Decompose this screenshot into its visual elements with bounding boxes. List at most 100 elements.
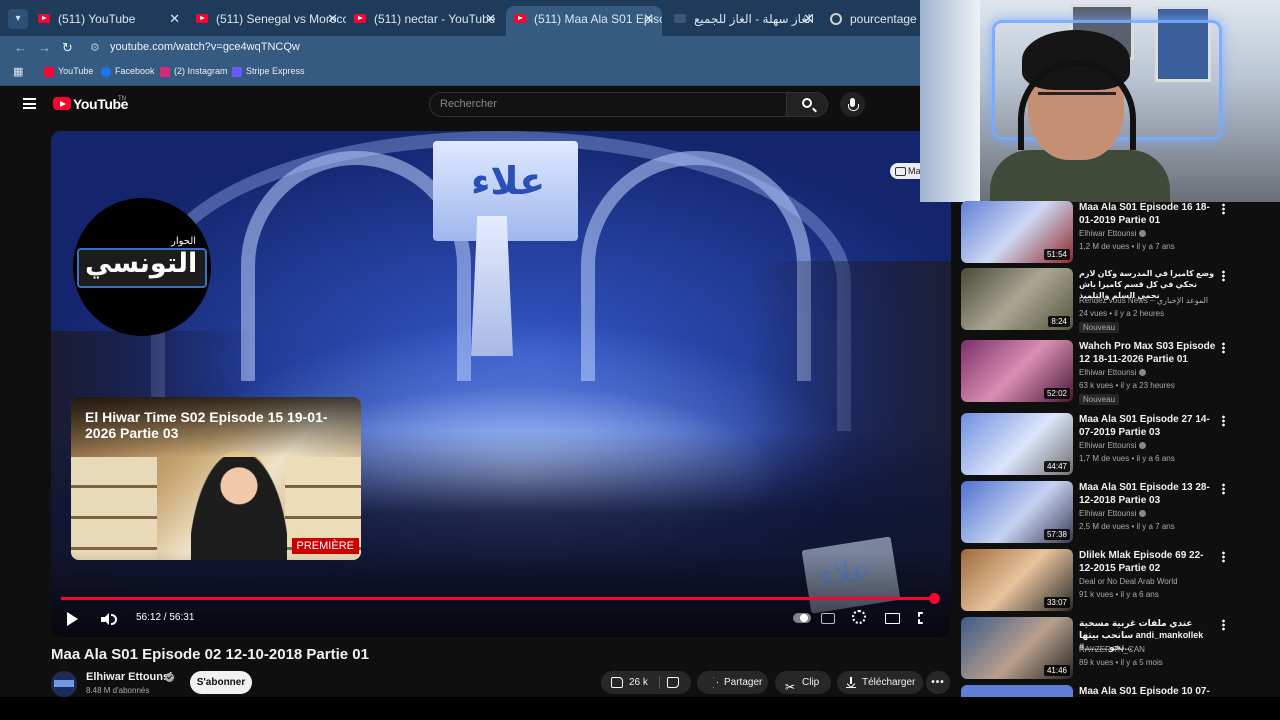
more-options-icon[interactable] bbox=[1222, 415, 1225, 427]
bookmark-facebook[interactable]: Facebook bbox=[101, 66, 155, 77]
forward-icon[interactable]: → bbox=[38, 40, 51, 55]
bookmark-label: Facebook bbox=[115, 66, 155, 76]
like-count[interactable]: 26 k bbox=[629, 671, 648, 694]
thumbs-up-icon[interactable] bbox=[611, 677, 623, 688]
share-label: Partager bbox=[724, 677, 763, 688]
channel-avatar[interactable] bbox=[51, 671, 77, 697]
miniplayer-icon[interactable] bbox=[885, 613, 900, 624]
more-options-icon[interactable] bbox=[1222, 619, 1225, 631]
recommendation-title[interactable]: Maa Ala S01 Episode 16 18-01-2019 Partie… bbox=[1079, 201, 1217, 227]
clip-button[interactable]: ✂ Clip bbox=[775, 671, 831, 694]
more-options-icon[interactable] bbox=[1222, 551, 1225, 563]
search-input[interactable]: Rechercher bbox=[429, 92, 787, 117]
clip-label: Clip bbox=[802, 677, 820, 688]
close-tab-icon[interactable]: ✕ bbox=[327, 6, 338, 32]
bottom-strip bbox=[0, 697, 1280, 720]
video-thumbnail[interactable]: 33:07 bbox=[961, 549, 1073, 611]
search-icon bbox=[802, 98, 812, 108]
more-actions-button[interactable]: ••• bbox=[926, 671, 950, 694]
settings-gear-icon[interactable] bbox=[852, 610, 866, 624]
scrubber-handle[interactable] bbox=[929, 593, 941, 604]
back-icon[interactable]: ← bbox=[14, 40, 27, 55]
window-light bbox=[920, 0, 980, 202]
video-player[interactable]: علاء الحوار التونسي Mas علاء El Hiwar Ti… bbox=[51, 131, 951, 637]
recommendation-title[interactable]: Maa Ala S01 Episode 10 07-12- bbox=[1079, 685, 1217, 697]
browser-tab[interactable]: (511) Senegal vs Morocco | Sen ✕ bbox=[188, 6, 346, 32]
more-options-icon[interactable] bbox=[1222, 203, 1225, 215]
video-thumbnail[interactable] bbox=[961, 685, 1073, 697]
tab-search-icon[interactable]: ▾ bbox=[8, 9, 28, 29]
search-button[interactable] bbox=[786, 92, 828, 117]
close-tab-icon[interactable]: ✕ bbox=[169, 6, 180, 32]
more-options-icon[interactable] bbox=[1222, 342, 1225, 354]
divider bbox=[659, 676, 660, 689]
youtube-logo-icon[interactable] bbox=[53, 97, 71, 110]
bookmark-label: Stripe Express bbox=[246, 66, 305, 76]
more-options-icon[interactable] bbox=[1222, 483, 1225, 495]
progress-bar[interactable] bbox=[61, 593, 941, 604]
recommendation-item[interactable]: 52:02 Wahch Pro Max S03 Episode 12 18-11… bbox=[961, 340, 1261, 405]
play-icon[interactable] bbox=[67, 612, 78, 626]
video-thumbnail[interactable]: 52:02 bbox=[961, 340, 1073, 402]
youtube-favicon-icon bbox=[38, 14, 50, 23]
share-button[interactable]: Partager bbox=[697, 671, 768, 694]
channel-watermark-logo: الحوار التونسي bbox=[73, 198, 211, 336]
download-button[interactable]: Télécharger bbox=[837, 671, 923, 694]
next-video-card[interactable]: El Hiwar Time S02 Episode 15 19-01-2026 … bbox=[71, 397, 361, 560]
progress-fill bbox=[61, 597, 935, 600]
voice-search-icon[interactable] bbox=[840, 92, 865, 117]
recommendation-title[interactable]: Dlilek Mlak Episode 69 22-12-2015 Partie… bbox=[1079, 549, 1217, 575]
apps-grid-icon[interactable]: ▦ bbox=[13, 65, 23, 78]
thumbs-down-icon[interactable] bbox=[667, 677, 679, 688]
recommendation-channel[interactable]: Elhiwar Ettounsi bbox=[1079, 229, 1147, 238]
bookmark-stripe[interactable]: Stripe Express bbox=[232, 66, 305, 77]
recommendation-item[interactable]: 41:46 عندي ملفات غربية مسحية سانحب بيتها… bbox=[961, 617, 1261, 681]
more-options-icon[interactable] bbox=[1222, 270, 1225, 282]
browser-tab-active[interactable]: (511) Maa Ala S01 Episode 02 1 ✕ bbox=[506, 6, 662, 36]
reload-icon[interactable]: ↻ bbox=[62, 40, 73, 56]
browser-tab[interactable]: (511) nectar - YouTube ✕ bbox=[346, 6, 504, 32]
recommendation-channel[interactable]: Elhiwar Ettounsi bbox=[1079, 509, 1147, 518]
recommendation-item[interactable]: 44:47 Maa Ala S01 Episode 27 14-07-2019 … bbox=[961, 413, 1261, 477]
site-favicon-icon bbox=[674, 14, 686, 23]
duration-badge: 57:38 bbox=[1043, 529, 1070, 540]
recommendation-item[interactable]: 57:38 Maa Ala S01 Episode 13 28-12-2018 … bbox=[961, 481, 1261, 545]
subtitles-icon[interactable] bbox=[821, 613, 835, 624]
bookmark-youtube[interactable]: YouTube bbox=[44, 66, 93, 77]
video-thumbnail[interactable]: 57:38 bbox=[961, 481, 1073, 543]
recommendation-title[interactable]: Maa Ala S01 Episode 27 14-07-2019 Partie… bbox=[1079, 413, 1217, 439]
recommendation-title[interactable]: Wahch Pro Max S03 Episode 12 18-11-2026 … bbox=[1079, 340, 1217, 366]
recommendation-item[interactable]: 51:54 Maa Ala S01 Episode 16 18-01-2019 … bbox=[961, 201, 1261, 265]
recommendation-channel[interactable]: Rendez vous News – الموعد الإخباري bbox=[1079, 296, 1208, 305]
channel-label: Elhiwar Ettounsi bbox=[1079, 509, 1137, 518]
recommendation-item[interactable]: Maa Ala S01 Episode 10 07-12- bbox=[961, 685, 1261, 697]
site-settings-icon[interactable]: ⚙ bbox=[90, 41, 100, 54]
recommendation-channel[interactable]: RAYZER TN_CAN bbox=[1079, 645, 1145, 654]
recommendation-channel[interactable]: Elhiwar Ettounsi bbox=[1079, 441, 1147, 450]
recommendation-title[interactable]: Maa Ala S01 Episode 13 28-12-2018 Partie… bbox=[1079, 481, 1217, 507]
browser-tab[interactable]: الغاز سهلة - الغاز للجميع ✕ bbox=[666, 6, 822, 32]
autoplay-toggle-icon[interactable] bbox=[793, 613, 811, 623]
close-tab-icon[interactable]: ✕ bbox=[643, 6, 654, 32]
recommendation-meta: 89 k vues • il y a 5 mois bbox=[1079, 658, 1163, 667]
recommendation-item[interactable]: 33:07 Dlilek Mlak Episode 69 22-12-2015 … bbox=[961, 549, 1261, 613]
subscribe-button[interactable]: S'abonner bbox=[190, 671, 252, 694]
video-thumbnail[interactable]: 8:24 bbox=[961, 268, 1073, 330]
duration-badge: 52:02 bbox=[1043, 388, 1070, 399]
close-tab-icon[interactable]: ✕ bbox=[803, 6, 814, 32]
duration-badge: 44:47 bbox=[1043, 461, 1070, 472]
browser-tab[interactable]: pourcentage divorce bbox=[822, 6, 922, 32]
bookmark-instagram[interactable]: (2) Instagram bbox=[160, 66, 228, 77]
channel-name[interactable]: Elhiwar Ettounsi bbox=[86, 671, 172, 683]
hamburger-menu-icon[interactable] bbox=[23, 98, 36, 109]
video-thumbnail[interactable]: 41:46 bbox=[961, 617, 1073, 679]
time-display: 56:12 / 56:31 bbox=[136, 612, 195, 623]
video-thumbnail[interactable]: 51:54 bbox=[961, 201, 1073, 263]
recommendation-channel[interactable]: Elhiwar Ettounsi bbox=[1079, 368, 1147, 377]
video-thumbnail[interactable]: 44:47 bbox=[961, 413, 1073, 475]
url-text[interactable]: youtube.com/watch?v=gce4wqTNCQw bbox=[110, 41, 300, 53]
recommendation-item[interactable]: 8:24 وضع كاميرا في المدرسة وكان لازم نحك… bbox=[961, 268, 1261, 333]
browser-tab[interactable]: (511) YouTube ✕ bbox=[30, 6, 188, 32]
recommendation-channel[interactable]: Deal or No Deal Arab World bbox=[1079, 577, 1178, 586]
close-tab-icon[interactable]: ✕ bbox=[485, 6, 496, 32]
